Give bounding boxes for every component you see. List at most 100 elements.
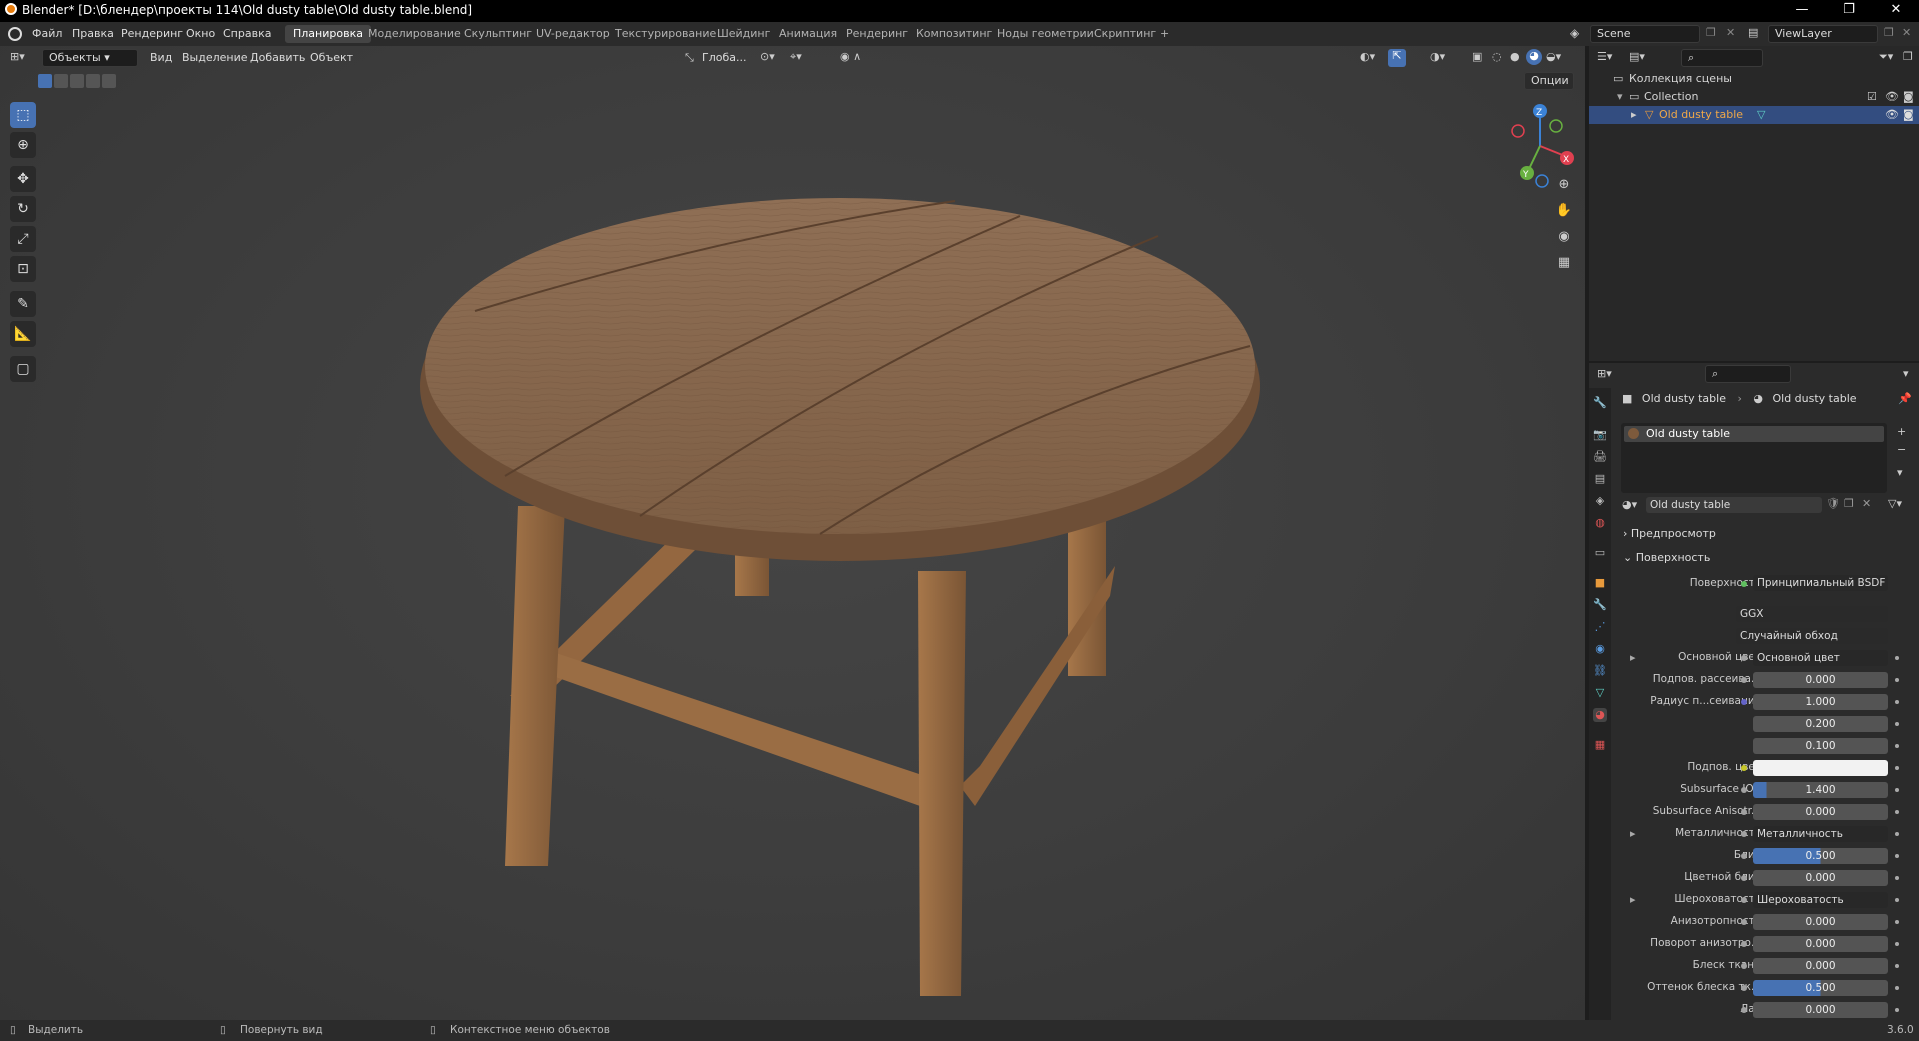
add-cube-tool-icon[interactable]: ▢ <box>10 356 36 382</box>
menu-render[interactable]: Рендеринг <box>121 27 183 40</box>
overlay-toggle-icon[interactable]: ◑▾ <box>1430 50 1445 63</box>
transform-orientation-icon[interactable]: ⤡ <box>685 51 694 65</box>
keyframe-dot-icon[interactable] <box>1895 898 1899 902</box>
tab-layout[interactable]: Планировка <box>285 25 371 43</box>
xray-icon[interactable]: ▣ <box>1472 50 1482 63</box>
options-button[interactable]: Опции <box>1524 72 1574 90</box>
value-field[interactable]: 0.000 <box>1753 958 1888 974</box>
tab-geometry-nodes[interactable]: Ноды геометрии <box>989 25 1102 43</box>
duplicate-material-icon[interactable]: ❐ <box>1844 497 1854 510</box>
keyframe-dot-icon[interactable] <box>1895 810 1899 814</box>
material-tab-icon[interactable]: ◕ <box>1593 708 1607 722</box>
menu-edit[interactable]: Правка <box>72 27 114 40</box>
object-tab-icon[interactable]: ■ <box>1593 576 1607 590</box>
rotate-tool-icon[interactable]: ↻ <box>10 196 36 222</box>
solid-shading-icon[interactable]: ● <box>1510 50 1520 63</box>
fake-user-icon[interactable]: 🛡 <box>1826 497 1840 510</box>
value-field[interactable]: 0.100 <box>1753 738 1888 754</box>
annotate-tool-icon[interactable]: ✎ <box>10 291 36 317</box>
zoom-icon[interactable]: ⊕ <box>1553 174 1575 196</box>
add-slot-button[interactable]: + <box>1897 425 1906 438</box>
data-tab-icon[interactable]: ▽ <box>1593 686 1607 700</box>
select-intersect-icon[interactable] <box>102 74 116 88</box>
editor-type-icon[interactable]: ⊞▾ <box>10 50 25 63</box>
visibility-eye-icon[interactable]: 👁 <box>1885 90 1899 103</box>
proportional-edit-icon[interactable]: ◉ ∧ <box>840 50 861 63</box>
outliner-row-collection[interactable]: ▾ ▭ Collection ☑ 👁 ◙ <box>1589 88 1919 106</box>
tab-compositing[interactable]: Композитинг <box>908 25 1000 43</box>
keyframe-dot-icon[interactable] <box>1895 788 1899 792</box>
select-invert-icon[interactable] <box>86 74 100 88</box>
wireframe-shading-icon[interactable]: ◌ <box>1492 50 1502 63</box>
tab-texture-paint[interactable]: Текстурирование <box>607 25 724 43</box>
visibility-icon[interactable]: ◐▾ <box>1360 50 1375 63</box>
pan-hand-icon[interactable]: ✋ <box>1553 200 1575 222</box>
expand-arrow-icon[interactable]: ▸ <box>1630 651 1636 664</box>
value-field[interactable]: 0.000 <box>1753 914 1888 930</box>
select-subtract-icon[interactable] <box>70 74 84 88</box>
output-tab-icon[interactable]: 🖨 <box>1593 450 1607 464</box>
tab-shading[interactable]: Шейдинг <box>709 25 778 43</box>
breadcrumb-material[interactable]: Old dusty table <box>1772 392 1856 405</box>
3d-viewport[interactable]: ⊞▾ Объекты ▾ Вид Выделение Добавить Объе… <box>0 46 1585 1020</box>
tool-tab-icon[interactable]: 🔧 <box>1593 396 1607 410</box>
value-field[interactable]: 0.500 <box>1753 848 1888 864</box>
keyframe-dot-icon[interactable] <box>1895 876 1899 880</box>
properties-editor-icon[interactable]: ⊞▾ <box>1597 367 1612 380</box>
collection-tab-icon[interactable]: ▭ <box>1593 546 1607 560</box>
pin-icon[interactable]: 📌 <box>1898 392 1912 405</box>
transform-orientation-selector[interactable]: Глоба... <box>702 51 746 64</box>
delete-view-layer-icon[interactable]: ✕ <box>1902 26 1911 39</box>
menu-view[interactable]: Вид <box>150 51 172 64</box>
outliner-editor-icon[interactable]: ☰▾ <box>1597 50 1612 63</box>
exclude-checkbox-icon[interactable]: ☑ <box>1867 90 1877 103</box>
new-collection-icon[interactable]: ❐ <box>1903 50 1913 63</box>
transform-tool-icon[interactable]: ⊡ <box>10 256 36 282</box>
keyframe-dot-icon[interactable] <box>1895 942 1899 946</box>
expand-arrow-icon[interactable]: ▾ <box>1617 90 1623 103</box>
linked-input-field[interactable]: Металличность <box>1753 826 1888 842</box>
keyframe-dot-icon[interactable] <box>1895 766 1899 770</box>
value-field[interactable]: 0.500 <box>1753 980 1888 996</box>
select-box-tool-icon[interactable]: ⬚ <box>10 102 36 128</box>
tab-uv-editing[interactable]: UV-редактор <box>528 25 618 43</box>
camera-view-icon[interactable]: ◉ <box>1553 226 1575 248</box>
menu-object[interactable]: Объект <box>310 51 353 64</box>
delete-scene-icon[interactable]: ✕ <box>1726 26 1735 39</box>
add-workspace-button[interactable]: + <box>1152 25 1177 43</box>
render-camera-icon[interactable]: ◙ <box>1903 108 1914 121</box>
texture-tab-icon[interactable]: ▦ <box>1593 738 1607 752</box>
menu-help[interactable]: Справка <box>223 27 271 40</box>
physics-tab-icon[interactable]: ◉ <box>1593 642 1607 656</box>
visibility-eye-icon[interactable]: 👁 <box>1885 108 1899 121</box>
menu-file[interactable]: Файл <box>32 27 62 40</box>
filter-icon[interactable]: ⏷▾ <box>1879 50 1893 64</box>
value-field[interactable]: 0.000 <box>1753 804 1888 820</box>
remove-slot-button[interactable]: − <box>1897 443 1906 456</box>
cursor-tool-icon[interactable]: ⊕ <box>10 132 36 158</box>
value-field[interactable]: 0.000 <box>1753 870 1888 886</box>
snap-icon[interactable]: ⌖▾ <box>790 50 802 64</box>
browse-material-icon[interactable]: ◕▾ <box>1622 498 1637 511</box>
select-extend-icon[interactable] <box>54 74 68 88</box>
menu-add[interactable]: Добавить <box>250 51 305 64</box>
scene-icon[interactable]: ◈ <box>1570 26 1584 40</box>
tab-modeling[interactable]: Моделирование <box>360 25 469 43</box>
keyframe-dot-icon[interactable] <box>1895 656 1899 660</box>
slot-specials-icon[interactable]: ▾ <box>1897 466 1903 479</box>
properties-options-icon[interactable]: ▾ <box>1903 367 1909 380</box>
menu-window[interactable]: Окно <box>186 27 215 40</box>
subsurface-method-dropdown[interactable]: Случайный обход <box>1736 628 1888 644</box>
keyframe-dot-icon[interactable] <box>1895 744 1899 748</box>
table-3d-model[interactable] <box>420 176 1260 996</box>
outliner-row-scene-collection[interactable]: ▭ Коллекция сцены <box>1589 70 1919 88</box>
gizmo-toggle-icon[interactable]: ⇱ <box>1388 49 1406 67</box>
expand-arrow-icon[interactable]: ▸ <box>1630 893 1636 906</box>
render-tab-icon[interactable]: 📷 <box>1593 428 1607 442</box>
new-scene-icon[interactable]: ❐ <box>1706 26 1716 39</box>
value-field[interactable]: 1.000 <box>1753 694 1888 710</box>
keyframe-dot-icon[interactable] <box>1895 722 1899 726</box>
constraints-tab-icon[interactable]: ⛓ <box>1593 664 1607 678</box>
keyframe-dot-icon[interactable] <box>1895 854 1899 858</box>
value-field[interactable]: 1.400 <box>1753 782 1888 798</box>
